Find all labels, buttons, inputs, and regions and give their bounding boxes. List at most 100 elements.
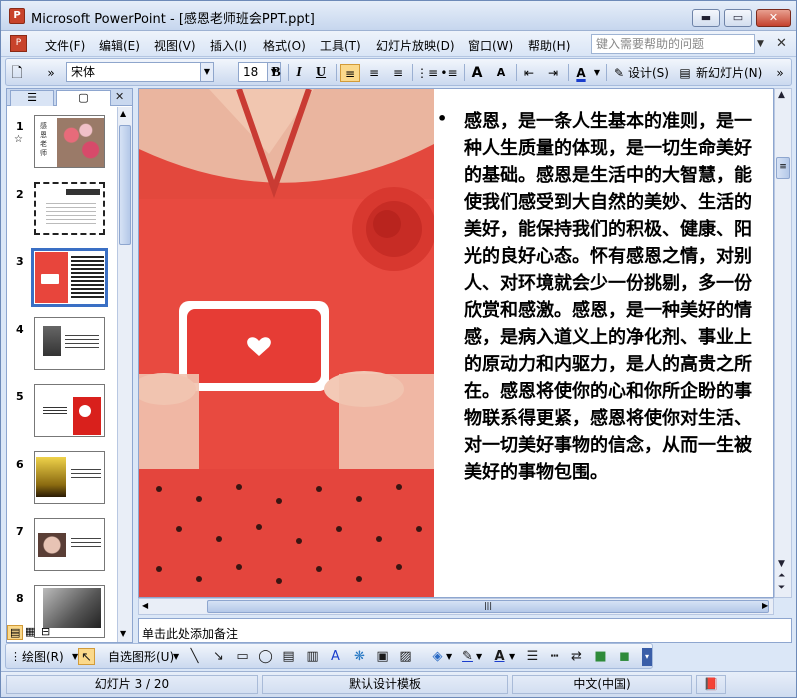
panel-scroll-thumb[interactable] bbox=[119, 125, 131, 245]
dash-style-icon[interactable]: ┅ bbox=[546, 648, 563, 665]
wordart-icon[interactable]: A bbox=[327, 648, 344, 665]
horizontal-scroll-thumb[interactable]: ||| bbox=[207, 600, 769, 613]
menu-view[interactable]: 视图(V) bbox=[154, 37, 196, 54]
fill-color-icon[interactable]: ◈ bbox=[429, 648, 446, 665]
slide-sorter-icon[interactable]: ▦ bbox=[25, 625, 35, 638]
3d-style-icon[interactable]: ◼ bbox=[616, 648, 633, 665]
bold-button[interactable]: B bbox=[267, 64, 285, 82]
slideshow-view-icon[interactable]: ⊟ bbox=[41, 625, 50, 638]
menu-tools[interactable]: 工具(T) bbox=[320, 37, 361, 54]
insert-picture-icon[interactable]: ▨ bbox=[397, 648, 414, 665]
tab-slides[interactable]: ▢ bbox=[56, 90, 111, 106]
formatting-toolbar: 🗋 » 宋体 ▼ 18 ▼ B I U ≡ ≡ ≡ ⋮≡ •≡ A A ⇤ ⇥ … bbox=[5, 58, 792, 86]
menu-format[interactable]: 格式(O) bbox=[263, 37, 306, 54]
vertical-textbox-icon[interactable]: ▥ bbox=[304, 648, 321, 665]
slide-thumbnail-5[interactable] bbox=[34, 384, 105, 437]
bullet-list-icon[interactable]: •≡ bbox=[440, 64, 458, 82]
arrow-tool-icon[interactable]: ↘ bbox=[210, 648, 227, 665]
font-name-select[interactable]: 宋体 bbox=[66, 62, 201, 82]
autoshapes-dropdown-icon[interactable]: ▼ bbox=[173, 648, 179, 666]
rectangle-tool-icon[interactable]: ▭ bbox=[234, 648, 251, 665]
spelling-status-icon[interactable]: 📕 bbox=[696, 675, 726, 694]
draw-font-color-icon[interactable]: A bbox=[491, 648, 508, 665]
document-icon[interactable]: P bbox=[10, 35, 27, 52]
scroll-up-icon[interactable]: ▲ bbox=[778, 90, 785, 100]
clipart-icon[interactable]: ▣ bbox=[374, 648, 391, 665]
decrease-indent-icon[interactable]: ⇤ bbox=[520, 64, 538, 82]
line-tool-icon[interactable]: ╲ bbox=[186, 648, 203, 665]
new-document-icon[interactable]: 🗋 bbox=[10, 64, 24, 82]
autoshapes-button[interactable]: 自选图形(U) bbox=[108, 648, 174, 666]
menu-help[interactable]: 帮助(H) bbox=[528, 37, 570, 54]
draw-menu-button[interactable]: 绘图(R) bbox=[22, 648, 64, 666]
increase-indent-icon[interactable]: ⇥ bbox=[544, 64, 562, 82]
font-size-select[interactable]: 18 bbox=[238, 62, 268, 82]
font-color-button[interactable]: A bbox=[572, 64, 590, 82]
slide-thumbnail-4[interactable] bbox=[34, 317, 105, 370]
toolbar-options-icon[interactable]: » bbox=[44, 64, 58, 82]
notes-pane[interactable]: 单击此处添加备注 bbox=[138, 618, 792, 643]
toolbar-options-icon[interactable]: ▾ bbox=[642, 648, 652, 666]
slide-thumbnail-1[interactable]: 感恩老师 bbox=[34, 115, 105, 168]
italic-button[interactable]: I bbox=[290, 64, 308, 82]
line-color-dropdown-icon[interactable]: ▼ bbox=[476, 648, 482, 666]
slide-thumbnail-3-selected[interactable] bbox=[31, 248, 108, 307]
diagram-icon[interactable]: ❋ bbox=[351, 648, 368, 665]
scroll-down-icon[interactable]: ▼ bbox=[778, 559, 785, 569]
panel-scrollbar[interactable]: ▲ ▼ bbox=[117, 107, 132, 642]
document-close-icon[interactable]: ✕ bbox=[776, 36, 787, 51]
slide-vertical-scrollbar[interactable]: ▲ ≡ ▼ ⏶ ⏷ bbox=[774, 88, 792, 598]
outline-icon: ☰ bbox=[27, 91, 37, 104]
align-right-button[interactable]: ≡ bbox=[388, 64, 408, 82]
design-button[interactable]: 设计(S) bbox=[628, 64, 672, 82]
menu-insert[interactable]: 插入(I) bbox=[210, 37, 247, 54]
scroll-left-icon[interactable]: ◀ bbox=[142, 601, 148, 610]
font-dropdown-icon[interactable]: ▼ bbox=[200, 62, 214, 82]
align-center-button[interactable]: ≡ bbox=[364, 64, 384, 82]
slide-canvas[interactable]: • 感恩，是一条人生基本的准则，是一种人生质量的体现，是一切生命美好的基础。感恩… bbox=[138, 88, 774, 598]
help-search-input[interactable]: 键入需要帮助的问题 bbox=[591, 34, 755, 54]
grow-font-button[interactable]: A bbox=[468, 64, 486, 82]
underline-button[interactable]: U bbox=[312, 64, 330, 82]
scroll-up-icon[interactable]: ▲ bbox=[120, 109, 126, 118]
select-pointer-icon[interactable]: ↖ bbox=[78, 648, 95, 665]
oval-tool-icon[interactable]: ◯ bbox=[257, 648, 274, 665]
menu-slideshow[interactable]: 幻灯片放映(D) bbox=[376, 37, 455, 54]
tab-outline[interactable]: ☰ bbox=[10, 90, 54, 106]
next-slide-icon[interactable]: ⏷ bbox=[778, 583, 785, 593]
maximize-button[interactable]: ▭ bbox=[724, 9, 752, 27]
help-dropdown-icon[interactable]: ▼ bbox=[757, 39, 764, 49]
align-left-button[interactable]: ≡ bbox=[340, 64, 360, 82]
line-color-icon[interactable]: ✎ bbox=[459, 648, 476, 665]
toolbar-separator bbox=[412, 64, 413, 81]
previous-slide-icon[interactable]: ⏶ bbox=[778, 571, 785, 581]
fill-color-dropdown-icon[interactable]: ▼ bbox=[446, 648, 452, 666]
slide-body-text[interactable]: 感恩，是一条人生基本的准则，是一种人生质量的体现，是一切生命美好的基础。感恩是生… bbox=[464, 108, 767, 486]
textbox-tool-icon[interactable]: ▤ bbox=[280, 648, 297, 665]
vertical-scroll-thumb[interactable]: ≡ bbox=[776, 157, 790, 179]
shadow-style-icon[interactable]: ■ bbox=[592, 648, 609, 665]
draw-font-color-dropdown-icon[interactable]: ▼ bbox=[509, 648, 515, 666]
font-color-dropdown-icon[interactable]: ▼ bbox=[592, 64, 602, 82]
powerpoint-window: P Microsoft PowerPoint - [感恩老师班会PPT.ppt]… bbox=[0, 0, 797, 698]
line-style-icon[interactable]: ☰ bbox=[524, 648, 541, 665]
shrink-font-button[interactable]: A bbox=[492, 64, 510, 82]
scroll-right-icon[interactable]: ▶ bbox=[762, 601, 768, 610]
menu-edit[interactable]: 编辑(E) bbox=[99, 37, 140, 54]
slide-thumbnail-7[interactable] bbox=[34, 518, 105, 571]
toolbar-options-icon[interactable]: » bbox=[773, 64, 787, 82]
panel-close-icon[interactable]: ✕ bbox=[115, 90, 124, 103]
new-slide-button[interactable]: 新幻灯片(N) bbox=[696, 64, 766, 82]
powerpoint-app-icon[interactable]: P bbox=[9, 8, 25, 24]
menu-window[interactable]: 窗口(W) bbox=[468, 37, 513, 54]
normal-view-icon[interactable]: ▤ bbox=[7, 625, 24, 640]
menu-file[interactable]: 文件(F) bbox=[45, 37, 85, 54]
close-window-button[interactable]: ✕ bbox=[756, 9, 791, 27]
scroll-down-icon[interactable]: ▼ bbox=[120, 629, 126, 638]
slide-thumbnail-2[interactable] bbox=[34, 182, 105, 235]
slide-horizontal-scrollbar[interactable]: ◀ ||| ▶ bbox=[138, 598, 774, 615]
minimize-button[interactable]: ▬ bbox=[692, 9, 720, 27]
numbered-list-icon[interactable]: ⋮≡ bbox=[416, 64, 438, 82]
slide-thumbnail-6[interactable] bbox=[34, 451, 105, 504]
arrow-style-icon[interactable]: ⇄ bbox=[568, 648, 585, 665]
